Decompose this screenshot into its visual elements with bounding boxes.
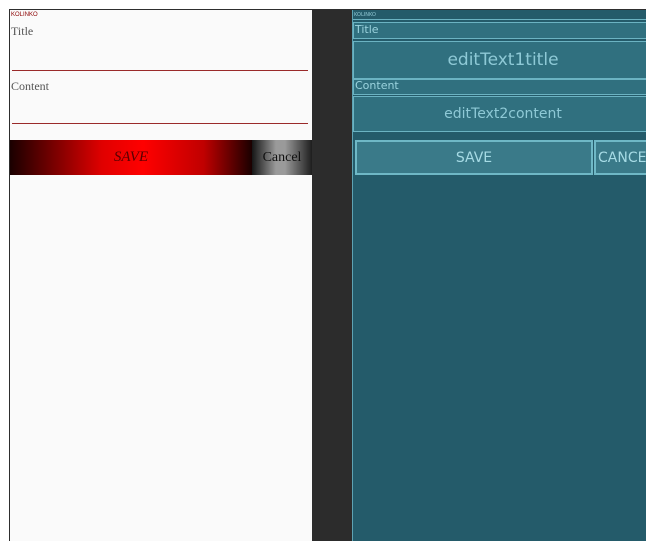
title-label: Title bbox=[11, 24, 34, 38]
blueprint-content-label-box: Content bbox=[353, 79, 646, 95]
blueprint-title-label: Title bbox=[355, 23, 379, 36]
blueprint-app-name: KOLINKO bbox=[354, 12, 376, 18]
blueprint-cancel-button[interactable]: CANCEL bbox=[594, 140, 646, 175]
blueprint-save-button[interactable]: SAVE bbox=[355, 140, 593, 175]
save-button[interactable]: SAVE bbox=[10, 140, 252, 175]
preview-divider bbox=[312, 10, 352, 541]
blueprint-title-label-box: Title bbox=[353, 22, 646, 39]
blueprint-content-field[interactable]: editText2content bbox=[353, 96, 646, 132]
blueprint-preview-panel: KOLINKO Title editText1title Content edi… bbox=[352, 10, 646, 541]
button-row: SAVE Cancel bbox=[10, 140, 312, 175]
cancel-button[interactable]: Cancel bbox=[252, 140, 312, 175]
app-name: KOLINKO bbox=[11, 12, 38, 18]
content-input[interactable] bbox=[12, 105, 308, 124]
blueprint-content-label: Content bbox=[355, 79, 399, 92]
content-label: Content bbox=[11, 79, 49, 93]
design-preview-panel: KOLINKO Title Content SAVE Cancel bbox=[10, 10, 312, 541]
blueprint-app-name-outline bbox=[353, 19, 646, 21]
title-input[interactable] bbox=[12, 52, 308, 71]
blueprint-title-field[interactable]: editText1title bbox=[353, 41, 646, 79]
